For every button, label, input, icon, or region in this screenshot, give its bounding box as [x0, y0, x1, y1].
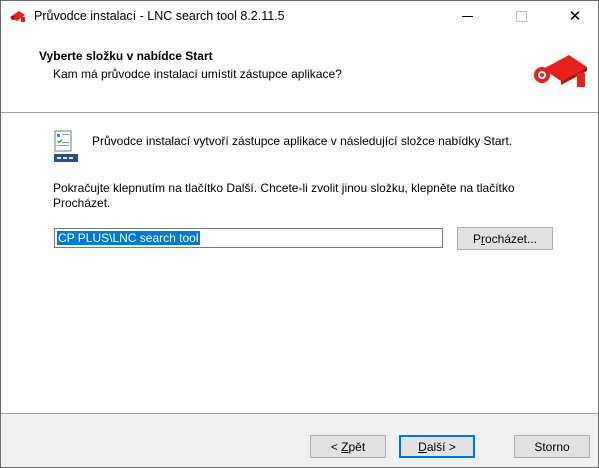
browse-label-part: P	[472, 231, 481, 246]
page-title: Vyberte složku v nabídce Start	[39, 49, 213, 63]
wizard-body: Průvodce instalací vytvoří zástupce apli…	[1, 113, 598, 413]
close-icon: ✕	[568, 8, 582, 25]
back-label-part: <	[330, 439, 342, 454]
browse-label-part: ocházet...	[484, 231, 538, 246]
next-button[interactable]: Další >	[399, 435, 475, 458]
next-accelerator: D	[418, 439, 427, 454]
instruction-text: Pokračujte klepnutím na tlačítko Další. …	[53, 181, 515, 210]
next-label-part: alší >	[426, 439, 456, 454]
intro-text: Průvodce instalací vytvoří zástupce apli…	[92, 134, 513, 148]
minimize-button[interactable]	[444, 1, 490, 31]
title-bar[interactable]: Průvodce instalací - LNC search tool 8.2…	[1, 1, 598, 31]
start-menu-folder-input[interactable]: CP PLUS\LNC search tool	[54, 228, 443, 248]
back-label-part: pět	[348, 439, 366, 454]
maximize-icon	[515, 10, 527, 22]
installer-window: Průvodce instalací - LNC search tool 8.2…	[0, 0, 599, 468]
cancel-button[interactable]: Storno	[514, 435, 590, 458]
back-button[interactable]: < Zpět	[310, 435, 386, 458]
start-menu-folder-icon	[54, 130, 78, 162]
page-subtitle: Kam má průvodce instalací umístit zástup…	[53, 67, 342, 81]
maximize-button[interactable]	[498, 1, 544, 31]
camera-logo-icon	[10, 11, 25, 22]
wizard-header: Vyberte složku v nabídce Start Kam má pr…	[1, 31, 598, 113]
close-button[interactable]: ✕	[552, 1, 598, 31]
security-camera-icon	[534, 55, 587, 87]
minimize-icon	[461, 15, 473, 17]
selected-folder-text: CP PLUS\LNC search tool	[57, 231, 200, 245]
window-title: Průvodce instalací - LNC search tool 8.2…	[34, 9, 285, 23]
wizard-footer: < Zpět Další > Storno	[1, 413, 598, 467]
browse-button[interactable]: Pr ocházet...	[457, 227, 553, 250]
back-accelerator: Z	[341, 439, 349, 454]
